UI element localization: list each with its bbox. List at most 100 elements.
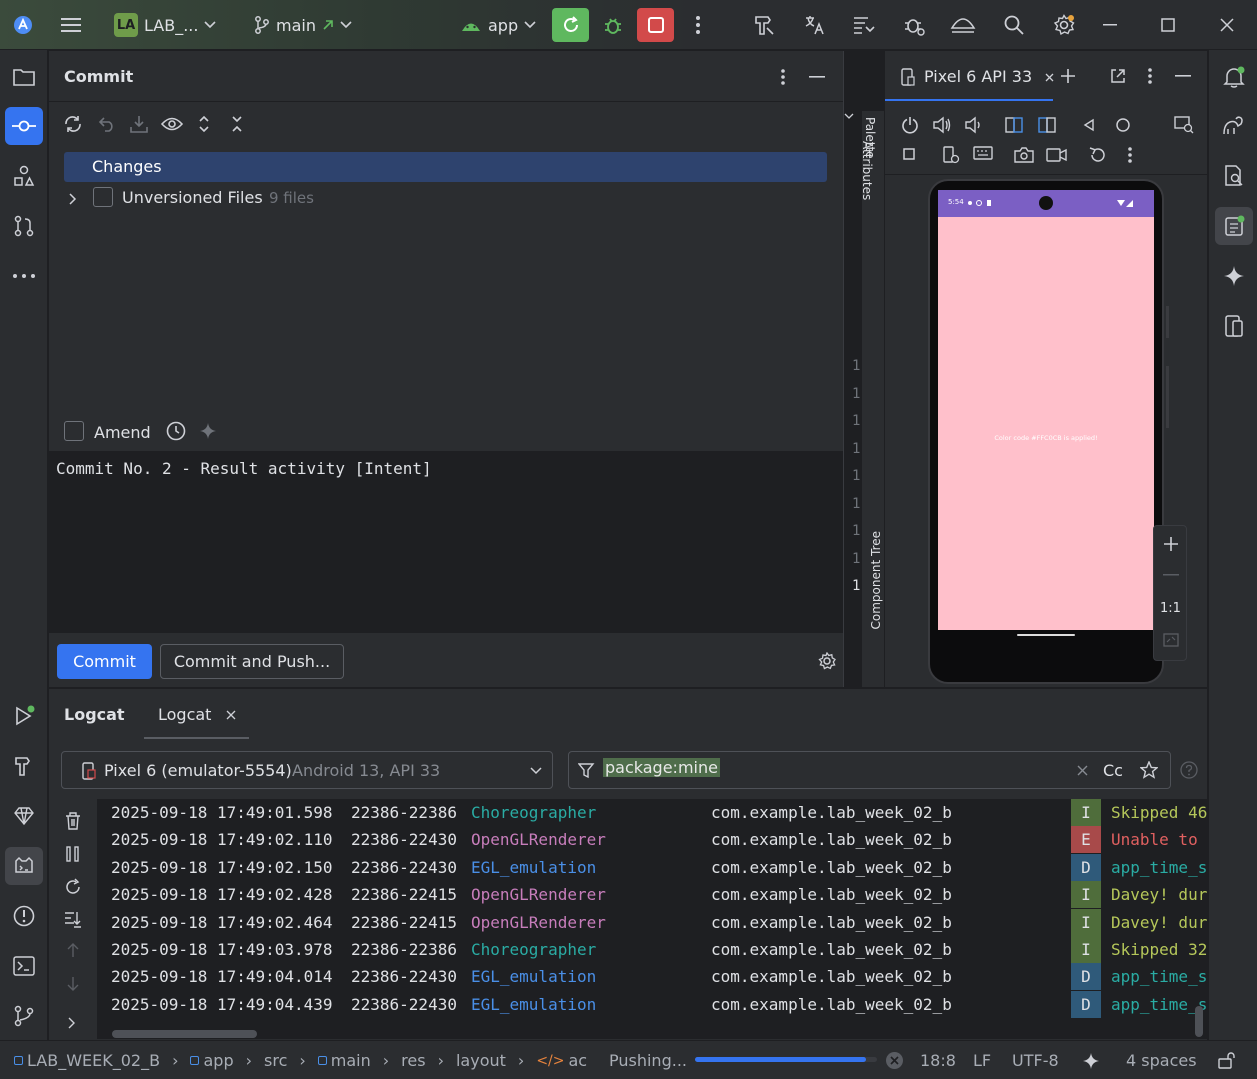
- breadcrumb-item[interactable]: src: [264, 1051, 287, 1070]
- pause-icon[interactable]: [66, 846, 80, 862]
- side-tab-attributes[interactable]: Attributes: [860, 141, 878, 231]
- restart-logcat-icon[interactable]: [64, 878, 82, 896]
- notifications-bell-icon[interactable]: [1215, 58, 1253, 96]
- commit-history-clock-icon[interactable]: [164, 419, 188, 443]
- run-config-selector[interactable]: app: [460, 0, 536, 50]
- line-separator[interactable]: LF: [973, 1041, 991, 1079]
- volume-up-icon[interactable]: [932, 116, 952, 134]
- logcat-output[interactable]: 2025-09-18 17:49:01.598 22386-22386 Choreo…: [97, 799, 1207, 1039]
- device-panel-options-icon[interactable]: [1148, 68, 1152, 84]
- caret-position[interactable]: 18:8: [920, 1041, 956, 1079]
- rollback-icon[interactable]: [95, 112, 119, 136]
- device-settings-icon[interactable]: [942, 146, 960, 164]
- volume-down-icon[interactable]: [964, 116, 982, 134]
- translate-icon[interactable]: [800, 10, 830, 40]
- snapshot-restore-icon[interactable]: [1088, 146, 1106, 164]
- device-manager-icon[interactable]: [948, 10, 978, 40]
- close-tab-icon[interactable]: [226, 710, 236, 720]
- logcat-tab[interactable]: Logcat: [144, 689, 249, 739]
- commit-tool-icon[interactable]: [5, 107, 43, 145]
- breadcrumb-item[interactable]: layout: [456, 1051, 506, 1070]
- update-download-icon[interactable]: [127, 112, 151, 136]
- cancel-task-icon[interactable]: [885, 1051, 904, 1070]
- device-tab[interactable]: Pixel 6 API 33: [885, 51, 1054, 101]
- close-tab-icon[interactable]: [1045, 73, 1054, 82]
- pull-requests-icon[interactable]: [5, 207, 43, 245]
- apply-changes-button[interactable]: [552, 8, 589, 42]
- screen-record-icon[interactable]: [1046, 148, 1068, 162]
- changes-node[interactable]: Changes: [64, 152, 827, 182]
- back-triangle-icon[interactable]: [1083, 118, 1095, 132]
- minimize-window-button[interactable]: [1095, 10, 1125, 40]
- clear-logcat-trash-icon[interactable]: [65, 812, 81, 830]
- scroll-to-end-icon[interactable]: [64, 910, 82, 928]
- run-tool-icon[interactable]: [5, 697, 43, 735]
- log-line[interactable]: 2025-09-18 17:49:02.110 22386-22430 OpenGL…: [111, 826, 1207, 854]
- logcat-device-selector[interactable]: Pixel 6 (emulator-5554) Android 13, API …: [61, 751, 553, 789]
- debug-settings-icon[interactable]: [899, 10, 929, 40]
- breadcrumb-item[interactable]: main: [317, 1051, 371, 1070]
- overview-square-icon[interactable]: [903, 148, 915, 160]
- expand-all-icon[interactable]: [192, 112, 216, 136]
- rotate-left-icon[interactable]: [1005, 115, 1023, 135]
- breadcrumb-item[interactable]: LAB_WEEK_02_B: [14, 1051, 160, 1070]
- unlock-icon[interactable]: [1218, 1051, 1236, 1069]
- branch-selector[interactable]: main: [254, 0, 352, 50]
- unversioned-files-node[interactable]: Unversioned Files 9 files: [64, 183, 827, 213]
- breadcrumb-item[interactable]: app: [190, 1051, 234, 1070]
- debug-button[interactable]: [598, 10, 628, 40]
- device-mirroring-icon[interactable]: [1174, 116, 1194, 134]
- breadcrumb-item[interactable]: </> ac: [536, 1051, 587, 1070]
- device-manager-tool-icon[interactable]: [1215, 307, 1253, 345]
- commit-options-gear-icon[interactable]: [815, 649, 839, 673]
- project-selector[interactable]: LA LAB_...: [114, 0, 217, 50]
- help-icon[interactable]: [1180, 761, 1198, 779]
- hide-panel-icon[interactable]: [805, 65, 829, 89]
- ai-sparkle-icon[interactable]: [196, 419, 220, 443]
- collapse-all-icon[interactable]: [225, 112, 249, 136]
- clear-filter-icon[interactable]: [1077, 765, 1088, 776]
- keyboard-icon[interactable]: [973, 146, 993, 164]
- background-task-label[interactable]: Pushing...: [609, 1041, 687, 1079]
- main-menu-icon[interactable]: [56, 10, 86, 40]
- amend-checkbox[interactable]: [64, 421, 84, 441]
- match-case-toggle[interactable]: Cc: [1103, 761, 1123, 780]
- gemini-sparkle-icon[interactable]: [1215, 257, 1253, 295]
- log-line[interactable]: 2025-09-18 17:49:01.598 22386-22386 Choreo…: [111, 799, 1207, 826]
- favorite-star-icon[interactable]: [1140, 761, 1158, 779]
- version-control-icon[interactable]: [5, 997, 43, 1035]
- home-gesture-pill[interactable]: [1017, 634, 1075, 636]
- file-encoding[interactable]: UTF-8: [1012, 1041, 1059, 1079]
- log-line[interactable]: 2025-09-18 17:49:04.439 22386-22430 EGL_em…: [111, 990, 1207, 1018]
- breadcrumb-item[interactable]: res: [401, 1051, 425, 1070]
- screenshot-camera-icon[interactable]: [1014, 147, 1034, 163]
- indent-setting[interactable]: 4 spaces: [1126, 1041, 1197, 1079]
- build-tool-icon[interactable]: [5, 747, 43, 785]
- app-quality-insights-icon[interactable]: [5, 797, 43, 835]
- log-line[interactable]: 2025-09-18 17:49:04.014 22386-22430 EGL_em…: [111, 963, 1207, 991]
- log-line[interactable]: 2025-09-18 17:49:02.150 22386-22430 EGL_em…: [111, 853, 1207, 881]
- device-more-icon[interactable]: [1128, 147, 1132, 163]
- home-circle-icon[interactable]: [1115, 117, 1131, 133]
- log-line[interactable]: 2025-09-18 17:49:03.978 22386-22386 Choreo…: [111, 936, 1207, 963]
- more-actions-icon[interactable]: [683, 10, 713, 40]
- more-tools-icon[interactable]: [5, 257, 43, 295]
- zoom-fit-icon[interactable]: [1163, 633, 1179, 647]
- maximize-window-button[interactable]: [1153, 10, 1183, 40]
- arrow-up-icon[interactable]: [66, 942, 80, 958]
- zoom-out-icon[interactable]: [1163, 574, 1179, 576]
- project-folder-icon[interactable]: [5, 58, 43, 96]
- zoom-actual-size[interactable]: 1:1: [1160, 601, 1181, 616]
- side-tab-component-tree[interactable]: Component Tree: [866, 531, 886, 671]
- horizontal-scrollbar[interactable]: [112, 1030, 257, 1038]
- resource-manager-icon[interactable]: [5, 157, 43, 195]
- search-icon[interactable]: [999, 10, 1029, 40]
- refresh-icon[interactable]: [61, 112, 85, 136]
- chevron-right-icon[interactable]: [69, 193, 77, 205]
- phone-screen[interactable]: 5:54 Color code #FFC0CB is applied!: [938, 190, 1154, 659]
- logcat-filter-field[interactable]: package:mine Cc: [568, 751, 1171, 789]
- device-explorer-icon[interactable]: [1215, 157, 1253, 195]
- sync-list-icon[interactable]: [849, 10, 879, 40]
- chevron-right-icon[interactable]: [68, 1017, 76, 1029]
- logcat-tool-icon[interactable]: [5, 847, 43, 885]
